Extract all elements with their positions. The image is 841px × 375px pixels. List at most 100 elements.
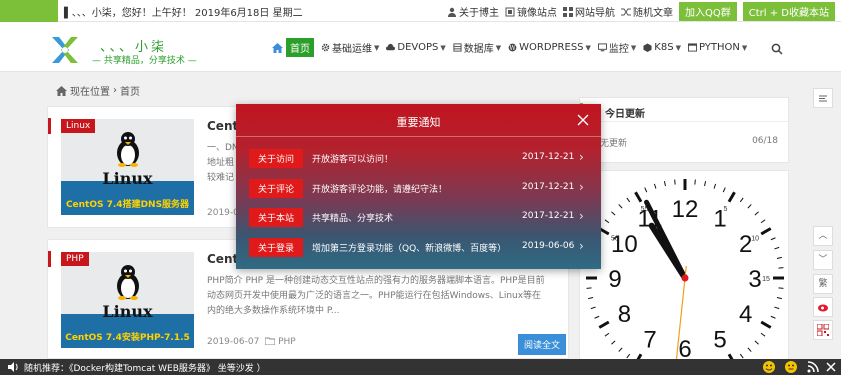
chevron-down-icon: ▼ (741, 43, 748, 52)
close-icon[interactable] (824, 360, 838, 374)
nav-monitor[interactable]: 监控 ▼ (597, 40, 636, 55)
chevron-down-icon: ▼ (495, 43, 502, 52)
clock-tick (694, 179, 696, 185)
nav-k8s[interactable]: K8S ▼ (643, 42, 681, 53)
category-tag[interactable]: Linux (61, 119, 96, 133)
post-excerpt: PHP简介 PHP 是一种创建动态交互性站点的强有力的服务器端脚本语言。PHP是… (207, 274, 560, 319)
clock-minute-label: 5 (724, 206, 728, 213)
svg-text:W: W (509, 45, 516, 52)
notice-tag: 关于登录 (249, 238, 304, 257)
clock-tick (674, 179, 676, 185)
clock-center (681, 274, 689, 282)
scroll-up-button[interactable]: ︿ (813, 226, 833, 246)
nav-home[interactable]: 首页 (272, 38, 314, 57)
card-accent (48, 251, 51, 267)
nav-database[interactable]: 数据库 ▼ (453, 40, 501, 55)
post-meta: 2019-06-07 PHP (207, 337, 296, 347)
home-icon (272, 42, 283, 53)
logo-tagline: — 共享精品，分享技术 — (92, 56, 197, 66)
logo-icon[interactable] (50, 35, 80, 65)
chevron-right-icon: › (579, 150, 584, 164)
menu-icon (819, 95, 827, 102)
breadcrumb-home[interactable]: 首页 (120, 83, 140, 98)
about-link[interactable]: 关于博主 (447, 4, 499, 19)
nav-wordpress[interactable]: W WORDPRESS ▼ (508, 42, 591, 53)
grid-icon (563, 6, 574, 17)
today-updates-widget: 今日更新 无更新 06/18 (579, 97, 789, 163)
nav-ops-label: 基础运维 (332, 44, 372, 55)
notice-row[interactable]: 关于登录 增加第三方登录功能（QQ、新浪微博、百度等） 2019-06-06 › (249, 238, 589, 257)
join-qq-button[interactable]: 加入QQ群 (679, 1, 737, 21)
notice-tag: 关于本站 (249, 208, 304, 227)
notice-date: 2017-12-21 (522, 152, 575, 162)
chevron-down-icon: ▼ (374, 43, 380, 52)
close-icon[interactable] (577, 114, 589, 126)
random-post-link-label: 随机文章 (633, 7, 674, 19)
widget-header: 今日更新 (580, 98, 788, 122)
notice-row[interactable]: 关于评论 开放游客评论功能，请遵纪守法！ 2017-12-21 › (249, 179, 589, 198)
notice-text: 开放游客可以访问！ (312, 155, 394, 165)
post-category[interactable]: PHP (278, 337, 296, 347)
cube-icon (643, 43, 652, 52)
user-icon (448, 7, 457, 17)
weibo-button[interactable] (813, 297, 833, 317)
read-more-button[interactable]: 阅读全文 (518, 334, 567, 355)
thumb-title: Linux (102, 302, 153, 321)
notice-row[interactable]: 关于访问 开放游客可以访问！ 2017-12-21 › (249, 149, 589, 168)
today-date: 06/18 (752, 136, 778, 146)
top-bar-accent (0, 0, 58, 22)
excerpt-line: 内的绝大多数操作系统环境中 P... (207, 306, 340, 316)
nav-ops[interactable]: 基础运维 ▼ (321, 40, 379, 55)
clock-number: 5 (713, 327, 726, 354)
mirror-icon (505, 7, 515, 16)
post-thumbnail[interactable]: Linux CentOS 7.4安装PHP-7.1.5 PHP (61, 252, 194, 348)
chevron-down-icon: ▼ (440, 43, 446, 52)
scroll-down-button[interactable]: ﹀ (813, 250, 833, 270)
site-nav-link-label: 网站导航 (575, 7, 616, 19)
clock-minute-label: 10 (751, 236, 759, 243)
nav-python-label: PYTHON (698, 42, 740, 53)
qrcode-icon (816, 323, 830, 337)
clock-tick (778, 267, 784, 269)
bookmark-button[interactable]: Ctrl + D收藏本站 (742, 1, 835, 21)
cloud-icon (386, 43, 396, 51)
toggle-sidebar-button[interactable] (813, 88, 833, 108)
random-post-link[interactable]: 随机文章 (621, 4, 673, 19)
post-date: 2019-06-07 (207, 337, 260, 347)
mirror-link[interactable]: 镜像站点 (505, 4, 557, 19)
nav-devops-label: DEVOPS (397, 42, 439, 53)
weibo-icon (818, 304, 828, 312)
main-nav: 首页 基础运维 ▼ DEVOPS ▼ 数据库 ▼ W WORDPRESS ▼ 监控 ▼ K8… (272, 38, 747, 57)
search-icon[interactable] (771, 43, 783, 55)
analog-clock: 12 123456789101155 550 1015 (585, 178, 785, 364)
clock-minute-label: 15 (762, 276, 770, 283)
random-recommend[interactable]: 随机推荐：《Docker构建Tomcat WEB服务器》 坐等沙发 ） (24, 361, 266, 374)
traditional-chinese-button[interactable]: 繁 (813, 274, 833, 294)
breadcrumb: 现在位置 › 首页 (56, 83, 140, 98)
notice-row[interactable]: 关于本站 共享精品、分享技术 2017-12-21 › (249, 208, 589, 227)
notice-modal: 重要通知 关于访问 开放游客可以访问！ 2017-12-21 › 关于评论 开放游客评论… (236, 104, 601, 269)
about-link-label: 关于博主 (459, 7, 500, 19)
monitor-icon (597, 43, 607, 52)
today-status: 无更新 (600, 139, 628, 149)
nav-k8s-label: K8S (654, 42, 674, 53)
bottom-bar: 随机推荐：《Docker构建Tomcat WEB服务器》 坐等沙发 ） (0, 359, 841, 375)
smile-icon[interactable] (762, 360, 776, 374)
clock-number: 8 (618, 301, 631, 328)
post-thumbnail[interactable]: Linux CentOS 7.4搭建DNS服务器 Linux (61, 119, 194, 215)
speaker-icon (8, 362, 18, 372)
nav-devops[interactable]: DEVOPS ▼ (386, 42, 446, 53)
emoji-icon[interactable] (784, 360, 798, 374)
site-nav-link[interactable]: 网站导航 (563, 4, 615, 19)
notice-text: 增加第三方登录功能（QQ、新浪微博、百度等） (312, 244, 507, 254)
excerpt-line: PHP简介 PHP 是一种创建动态交互性站点的强有力的服务器端脚本语言。PHP是… (207, 276, 545, 286)
rss-icon[interactable] (806, 360, 820, 374)
notice-text: 共享精品、分享技术 (312, 214, 394, 224)
chevron-down-icon: ▼ (585, 43, 591, 52)
clock-tick (778, 287, 784, 289)
nav-python[interactable]: PYTHON ▼ (687, 42, 748, 53)
thumb-caption: CentOS 7.4安装PHP-7.1.5 (65, 333, 190, 343)
qrcode-button[interactable] (813, 320, 833, 340)
category-tag[interactable]: PHP (61, 252, 89, 266)
clock-number: 7 (643, 327, 656, 354)
